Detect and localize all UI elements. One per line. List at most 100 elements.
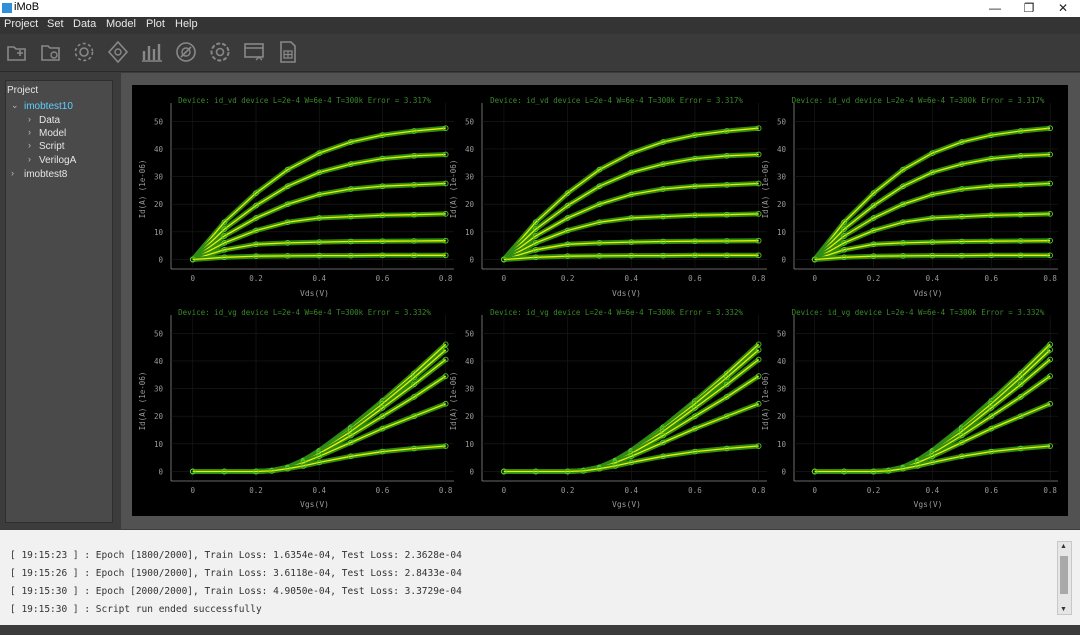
x-tick-label: 0.2	[249, 486, 263, 495]
tree-project-imobtest10[interactable]: imobtest10	[24, 101, 73, 112]
x-tick-label: 0.2	[867, 486, 881, 495]
tree-item-data[interactable]: Data	[39, 115, 60, 126]
restore-button[interactable]: ❐	[1014, 0, 1044, 17]
log-console: [ 19:15:23 ] : Epoch [1800/2000], Train …	[0, 530, 1080, 625]
chart-panel: Device: id_vg device L=2e-4 W=6e-4 T=300…	[138, 308, 454, 509]
tree-item-model[interactable]: Model	[39, 128, 66, 139]
y-tick-label: 20	[154, 412, 164, 421]
tree-item-veriloga[interactable]: VerilogA	[39, 155, 76, 166]
y-axis-label: Id(A) (1e-06)	[761, 372, 770, 431]
x-tick-label: 0.8	[439, 486, 453, 495]
target-icon[interactable]	[174, 40, 198, 64]
x-tick-label: 0.2	[249, 274, 263, 283]
chart-panel: Device: id_vg device L=2e-4 W=6e-4 T=300…	[761, 308, 1058, 509]
y-tick-label: 0	[469, 255, 474, 264]
y-tick-label: 0	[158, 255, 163, 264]
chart-title: Device: id_vg device L=2e-4 W=6e-4 T=300…	[178, 308, 431, 317]
x-tick-label: 0	[502, 486, 507, 495]
x-tick-label: 0.4	[312, 486, 326, 495]
app-logo-icon	[2, 3, 12, 13]
menu-project[interactable]: Project	[4, 18, 38, 30]
scrollbar-thumb[interactable]	[1060, 556, 1068, 594]
y-axis-label: Id(A) (1e-06)	[449, 160, 458, 219]
log-line: [ 19:15:23 ] : Epoch [1800/2000], Train …	[10, 550, 462, 561]
chart-title: Device: id_vd device L=2e-4 W=6e-4 T=300…	[178, 96, 431, 105]
settings-gear-icon[interactable]	[72, 40, 96, 64]
x-tick-label: 0.2	[561, 486, 575, 495]
y-tick-label: 30	[465, 385, 475, 394]
new-project-icon[interactable]	[5, 40, 29, 64]
y-tick-label: 40	[777, 145, 787, 154]
x-tick-label: 0.6	[984, 486, 998, 495]
tree-project-imobtest8[interactable]: imobtest8	[24, 169, 67, 180]
menu-model[interactable]: Model	[106, 18, 136, 30]
x-tick-label: 0.8	[1043, 486, 1057, 495]
project-panel: Project ⌄ imobtest10 › Data › Model › Sc…	[5, 80, 113, 523]
y-axis-label: Id(A) (1e-06)	[138, 160, 147, 219]
x-tick-label: 0	[191, 274, 196, 283]
log-line: [ 19:15:30 ] : Epoch [2000/2000], Train …	[10, 586, 462, 597]
chevron-right-icon[interactable]: ›	[28, 114, 31, 124]
gear-cog-icon[interactable]	[208, 40, 232, 64]
y-axis-label: Id(A) (1e-06)	[761, 160, 770, 219]
menu-data[interactable]: Data	[73, 18, 96, 30]
y-axis-label: Id(A) (1e-06)	[138, 372, 147, 431]
x-axis-label: Vds(V)	[914, 289, 943, 298]
y-tick-label: 20	[777, 412, 787, 421]
x-tick-label: 0.4	[625, 486, 639, 495]
y-tick-label: 50	[777, 117, 787, 126]
chevron-right-icon[interactable]: ›	[28, 140, 31, 150]
bar-chart-icon[interactable]	[140, 40, 164, 64]
screen-export-icon[interactable]	[242, 40, 266, 64]
x-tick-label: 0.2	[561, 274, 575, 283]
project-panel-header: Project	[7, 85, 39, 96]
x-axis-label: Vgs(V)	[914, 500, 943, 509]
y-tick-label: 0	[781, 255, 786, 264]
log-line: [ 19:15:30 ] : Script run ended successf…	[10, 604, 262, 615]
plot-canvas: Device: id_vd device L=2e-4 W=6e-4 T=300…	[132, 85, 1068, 516]
y-tick-label: 50	[465, 329, 475, 338]
y-tick-label: 20	[777, 200, 787, 209]
chevron-right-icon[interactable]: ›	[28, 154, 31, 164]
scroll-up-icon[interactable]: ▲	[1060, 543, 1067, 550]
x-axis-label: Vds(V)	[612, 289, 641, 298]
y-tick-label: 30	[154, 173, 164, 182]
menu-plot[interactable]: Plot	[146, 18, 165, 30]
x-axis-label: Vgs(V)	[300, 500, 329, 509]
y-tick-label: 20	[465, 200, 475, 209]
y-tick-label: 10	[777, 228, 787, 237]
y-tick-label: 50	[777, 329, 787, 338]
spreadsheet-icon[interactable]	[276, 40, 300, 64]
model-gear-icon[interactable]	[106, 40, 130, 64]
x-axis-label: Vgs(V)	[612, 500, 641, 509]
scroll-down-icon[interactable]: ▼	[1060, 606, 1067, 613]
x-tick-label: 0.2	[867, 274, 881, 283]
expand-arrow-icon[interactable]: ⌄	[11, 100, 19, 111]
menu-help[interactable]: Help	[175, 18, 198, 30]
x-tick-label: 0.6	[376, 274, 390, 283]
x-tick-label: 0	[812, 274, 817, 283]
chart-title: Device: id_vd device L=2e-4 W=6e-4 T=300…	[490, 96, 743, 105]
tree-item-script[interactable]: Script	[39, 141, 65, 152]
title-bar: iMoB — ❐ ✕	[0, 0, 1080, 17]
menu-set[interactable]: Set	[47, 18, 64, 30]
chevron-right-icon[interactable]: ›	[11, 168, 14, 178]
y-tick-label: 0	[469, 467, 474, 476]
minimize-button[interactable]: —	[980, 0, 1010, 17]
y-tick-label: 40	[777, 357, 787, 366]
x-tick-label: 0.4	[625, 274, 639, 283]
x-tick-label: 0.8	[752, 274, 766, 283]
close-button[interactable]: ✕	[1048, 0, 1078, 17]
x-tick-label: 0.8	[1043, 274, 1057, 283]
x-axis-label: Vds(V)	[300, 289, 329, 298]
chart-panel: Device: id_vd device L=2e-4 W=6e-4 T=300…	[138, 96, 454, 298]
x-tick-label: 0	[812, 486, 817, 495]
x-tick-label: 0.4	[926, 486, 940, 495]
y-tick-label: 20	[465, 412, 475, 421]
y-tick-label: 50	[154, 117, 164, 126]
x-tick-label: 0.4	[926, 274, 940, 283]
y-tick-label: 10	[465, 440, 475, 449]
x-tick-label: 0.6	[688, 274, 702, 283]
chevron-right-icon[interactable]: ›	[28, 127, 31, 137]
open-folder-icon[interactable]	[39, 40, 63, 64]
